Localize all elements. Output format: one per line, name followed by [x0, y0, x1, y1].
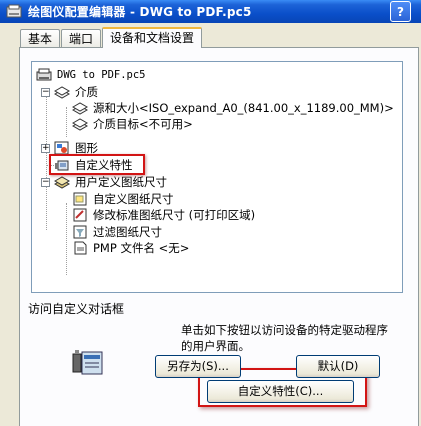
tree-pmp-filename-label: PMP 文件名 <无>	[93, 240, 190, 255]
graphics-icon	[54, 141, 70, 155]
device-driver-icon	[71, 344, 105, 378]
settings-tree[interactable]: DWG to PDF.pc5 − 介质 源和大小<ISO_expand_A0_(…	[31, 61, 403, 293]
tree-root-label: DWG to PDF.pc5	[57, 68, 146, 81]
custom-paper-icon	[72, 192, 88, 206]
tree-node-filter-paper-sizes[interactable]: 过滤图纸尺寸	[72, 224, 164, 240]
default-button[interactable]: 默认(D)	[296, 355, 380, 378]
group-label: 访问自定义对话框	[28, 302, 125, 316]
tab-device-document-settings[interactable]: 设备和文档设置	[102, 27, 203, 48]
modify-paper-icon	[72, 208, 88, 222]
tree-custom-paper-sizes-label: 自定义图纸尺寸	[93, 191, 174, 206]
title-bar: 绘图仪配置编辑器 - DWG to PDF.pc5 ?	[0, 0, 421, 23]
save-as-button[interactable]: 另存为(S)...	[155, 355, 241, 378]
tree-modify-standard-sizes-label: 修改标准图纸尺寸 (可打印区域)	[93, 207, 256, 222]
expand-icon[interactable]: +	[41, 143, 50, 153]
window-title: 绘图仪配置编辑器 - DWG to PDF.pc5	[28, 5, 252, 19]
collapse-icon[interactable]: −	[41, 177, 50, 187]
tree-node-modify-standard-sizes[interactable]: 修改标准图纸尺寸 (可打印区域)	[72, 207, 257, 223]
paper-output-icon	[72, 117, 88, 131]
tree-node-media-destination[interactable]: 介质目标<不可用>	[72, 116, 195, 132]
tree-media-destination-label: 介质目标<不可用>	[93, 116, 193, 131]
group-description: 单击如下按钮以访问设备的特定驱动程序的用户界面。	[181, 323, 388, 353]
tab-strip: 基本 端口 设备和文档设置	[20, 27, 203, 48]
custom-properties-button[interactable]: 自定义特性(C)...	[207, 380, 354, 403]
tree-root[interactable]: DWG to PDF.pc5	[36, 67, 148, 83]
tree-node-media[interactable]: − 介质	[41, 84, 100, 100]
plotter-config-app-icon	[6, 4, 22, 20]
filter-paper-icon	[72, 225, 88, 239]
paper-source-icon	[72, 101, 88, 115]
tree-media-label: 介质	[75, 84, 98, 99]
tree-node-source-size[interactable]: 源和大小<ISO_expand_A0_(841.00_x_1189.00_MM)…	[72, 100, 396, 116]
tab-general[interactable]: 基本	[20, 29, 61, 48]
custom-properties-highlight	[49, 154, 145, 175]
tree-node-user-paper-sizes[interactable]: − 用户定义图纸尺寸	[41, 174, 169, 190]
tree-source-size-label: 源和大小<ISO_expand_A0_(841.00_x_1189.00_MM)…	[93, 100, 394, 115]
paper-stack-icon	[54, 85, 70, 99]
tab-ports[interactable]: 端口	[61, 29, 102, 48]
tree-filter-paper-sizes-label: 过滤图纸尺寸	[93, 224, 162, 239]
pmp-file-icon	[72, 241, 88, 255]
tree-user-paper-sizes-label: 用户定义图纸尺寸	[75, 174, 167, 189]
collapse-icon[interactable]: −	[41, 87, 50, 97]
tree-node-pmp-filename[interactable]: PMP 文件名 <无>	[72, 240, 191, 256]
tree-node-custom-paper-sizes[interactable]: 自定义图纸尺寸	[72, 191, 176, 207]
user-paper-sizes-icon	[54, 175, 70, 189]
plotter-icon	[36, 68, 52, 82]
help-button[interactable]: ?	[390, 1, 411, 22]
